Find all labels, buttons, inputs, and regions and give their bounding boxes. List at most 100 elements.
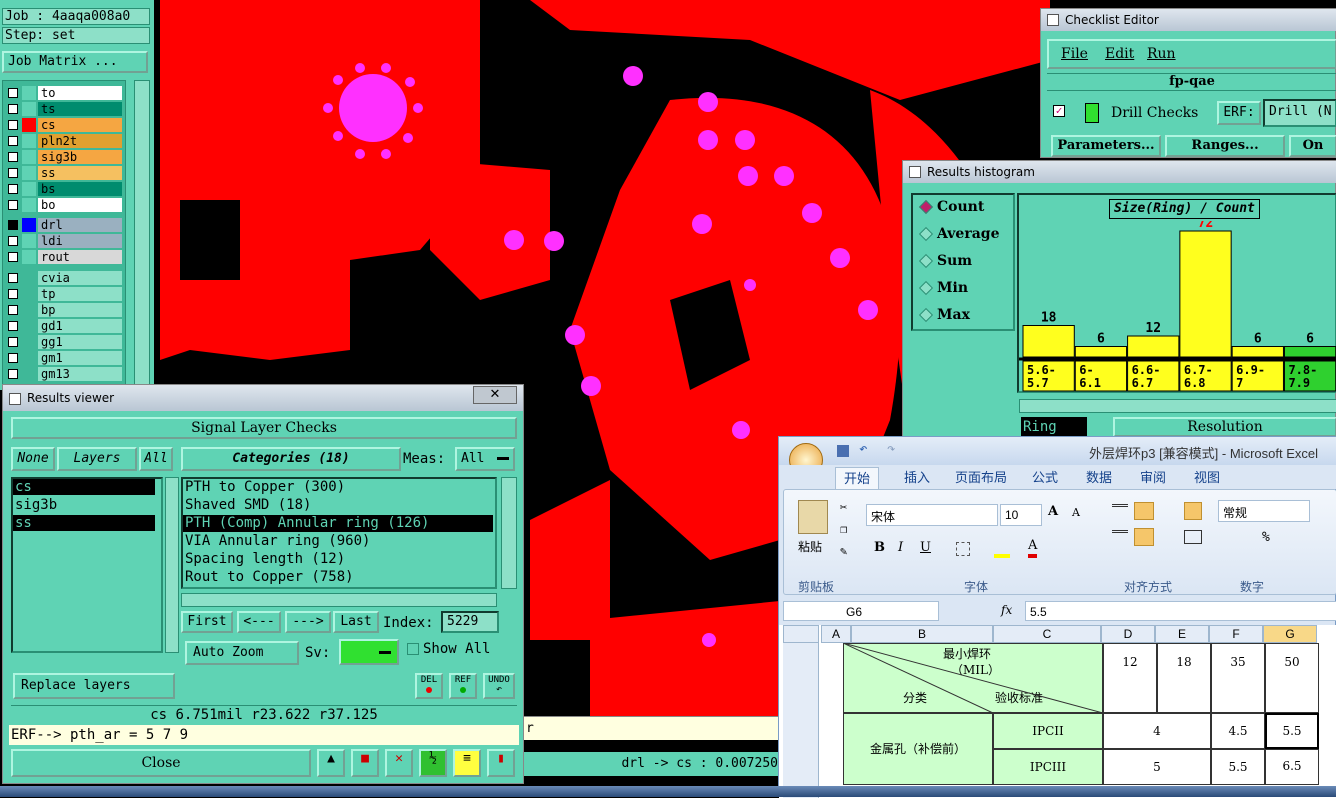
tool-icon-4[interactable]: ½ bbox=[419, 749, 447, 777]
category-item[interactable]: Spacing length (12) bbox=[183, 551, 493, 568]
misc-layer-row-gd1[interactable]: gd1 bbox=[6, 319, 122, 333]
ref-button[interactable]: REF bbox=[449, 673, 477, 699]
show-all-checkbox[interactable] bbox=[407, 643, 419, 655]
merged-value-cell[interactable]: 5 bbox=[1103, 749, 1211, 785]
misc-layer-row-gm1[interactable]: gm1 bbox=[6, 351, 122, 365]
paste-label[interactable]: 粘贴 bbox=[798, 538, 822, 555]
close-window-button[interactable]: ✕ bbox=[473, 386, 517, 404]
value-cell[interactable]: 4.5 bbox=[1211, 713, 1265, 749]
column-header-D[interactable]: D bbox=[1101, 625, 1155, 643]
column-header-E[interactable]: E bbox=[1155, 625, 1209, 643]
ribbon-tab-5[interactable]: 审阅 bbox=[1131, 467, 1175, 489]
name-box[interactable]: G6 bbox=[783, 601, 939, 621]
histogram-hscroll[interactable] bbox=[1019, 399, 1336, 413]
value-cell[interactable]: 12 bbox=[1103, 643, 1157, 713]
shrink-font-icon[interactable]: A bbox=[1072, 506, 1080, 519]
menu-file[interactable]: File bbox=[1061, 46, 1088, 62]
formula-bar[interactable]: 5.5 bbox=[1025, 601, 1336, 621]
severity-dropdown[interactable] bbox=[339, 639, 399, 665]
histogram-titlebar[interactable]: Results histogram bbox=[903, 161, 1336, 183]
layer-result-item[interactable]: ss bbox=[13, 515, 155, 531]
align-top-icon[interactable] bbox=[1112, 504, 1128, 516]
del-button[interactable]: DEL bbox=[415, 673, 443, 699]
prev-button[interactable]: <--- bbox=[237, 611, 281, 633]
cut-icon[interactable]: ✂ bbox=[840, 500, 847, 514]
misc-layer-row-cvia[interactable]: cvia bbox=[6, 271, 122, 285]
save-icon[interactable] bbox=[837, 445, 849, 457]
layer-checkbox[interactable] bbox=[8, 252, 18, 262]
italic-icon[interactable]: I bbox=[898, 540, 903, 555]
drill-layer-row-rout[interactable]: rout bbox=[6, 250, 122, 264]
tool-icon-1[interactable]: ▲ bbox=[317, 749, 345, 777]
drill-checks-label[interactable]: Drill Checks bbox=[1111, 105, 1198, 121]
column-header-B[interactable]: B bbox=[851, 625, 993, 643]
categories-scrollbar[interactable] bbox=[501, 477, 517, 589]
layer-row-to[interactable]: to bbox=[6, 86, 122, 100]
erf-field[interactable]: Drill (N bbox=[1263, 99, 1336, 127]
ribbon-tab-4[interactable]: 数据 bbox=[1077, 467, 1121, 489]
layer-checkbox[interactable] bbox=[8, 120, 18, 130]
erf-button[interactable]: ERF: bbox=[1217, 101, 1261, 125]
column-header-G[interactable]: G bbox=[1263, 625, 1317, 643]
option-sum[interactable]: Sum bbox=[937, 253, 972, 269]
format-painter-icon[interactable]: ✎ bbox=[840, 544, 847, 558]
layer-row-sig3b[interactable]: sig3b bbox=[6, 150, 122, 164]
menu-run[interactable]: Run bbox=[1147, 46, 1176, 62]
results-viewer-titlebar[interactable]: Results viewer bbox=[3, 385, 523, 411]
border-icon[interactable] bbox=[956, 542, 970, 556]
drill-layer-row-drl[interactable]: drl bbox=[6, 218, 122, 232]
misc-layer-row-gg1[interactable]: gg1 bbox=[6, 335, 122, 349]
column-header-A[interactable]: A bbox=[821, 625, 851, 643]
job-matrix-button[interactable]: Job Matrix ... bbox=[2, 51, 148, 73]
tool-icon-2[interactable]: ■ bbox=[351, 749, 379, 777]
ribbon-tab-3[interactable]: 公式 bbox=[1023, 467, 1067, 489]
wrap-text-icon[interactable] bbox=[1184, 502, 1202, 520]
value-cell[interactable]: 35 bbox=[1211, 643, 1265, 713]
ribbon-tab-0[interactable]: 开始 bbox=[835, 467, 879, 489]
layer-checkbox[interactable] bbox=[8, 136, 18, 146]
copy-icon[interactable]: ❐ bbox=[840, 522, 847, 536]
bar-4[interactable] bbox=[1231, 346, 1284, 358]
layer-checkbox[interactable] bbox=[8, 289, 18, 299]
font-color-icon[interactable]: A bbox=[1028, 538, 1038, 558]
tool-icon-3[interactable]: ✕ bbox=[385, 749, 413, 777]
layer-checkbox[interactable] bbox=[8, 200, 18, 210]
layer-row-pln2t[interactable]: pln2t bbox=[6, 134, 122, 148]
font-size-select[interactable]: 10 bbox=[1000, 504, 1042, 526]
tool-icon-5[interactable]: ≡ bbox=[453, 749, 481, 777]
layer-checkbox[interactable] bbox=[8, 337, 18, 347]
ranges-button[interactable]: Ranges... bbox=[1165, 135, 1285, 157]
check-enabled-checkbox[interactable]: ✓ bbox=[1053, 105, 1065, 117]
option-min[interactable]: Min bbox=[937, 280, 968, 296]
bold-icon[interactable]: B bbox=[874, 540, 885, 555]
layer-checkbox[interactable] bbox=[8, 152, 18, 162]
value-cell[interactable]: 18 bbox=[1157, 643, 1211, 713]
selected-cell[interactable]: 5.5 bbox=[1265, 713, 1319, 749]
none-button[interactable]: None bbox=[11, 447, 55, 471]
layer-row-ss[interactable]: ss bbox=[6, 166, 122, 180]
auto-zoom-dropdown[interactable]: Auto Zoom bbox=[185, 641, 299, 665]
categories-button[interactable]: Categories (18) bbox=[181, 447, 401, 471]
layer-scrollbar[interactable] bbox=[134, 80, 150, 386]
layers-button[interactable]: Layers bbox=[57, 447, 137, 471]
ribbon-tab-6[interactable]: 视图 bbox=[1185, 467, 1229, 489]
layer-checkbox[interactable] bbox=[8, 184, 18, 194]
underline-icon[interactable]: U bbox=[920, 540, 931, 555]
layer-checkbox[interactable] bbox=[8, 104, 18, 114]
bar-0[interactable] bbox=[1022, 325, 1075, 358]
category-item[interactable]: PTH to Copper (300) bbox=[183, 479, 493, 496]
number-format-select[interactable]: 常规 bbox=[1218, 500, 1310, 522]
layer-checkbox[interactable] bbox=[8, 88, 18, 98]
layer-checkbox[interactable] bbox=[8, 220, 18, 230]
undo-icon[interactable]: ↶ bbox=[859, 441, 867, 457]
histogram-chart[interactable]: 18 5.6-5.7 6 6-6.1 12 6.6-6.7 72 6.7-6.8 6 6.9-7 6… bbox=[1019, 221, 1336, 393]
fx-icon[interactable]: fx bbox=[1001, 603, 1012, 617]
merged-value-cell[interactable]: 4 bbox=[1103, 713, 1211, 749]
align-left-icon[interactable] bbox=[1112, 530, 1128, 542]
column-header-C[interactable]: C bbox=[993, 625, 1101, 643]
next-button[interactable]: ---> bbox=[285, 611, 331, 633]
last-button[interactable]: Last bbox=[333, 611, 379, 633]
ribbon-tab-2[interactable]: 页面布局 bbox=[949, 467, 1013, 489]
first-button[interactable]: First bbox=[181, 611, 233, 633]
layer-result-item[interactable]: cs bbox=[13, 479, 155, 495]
